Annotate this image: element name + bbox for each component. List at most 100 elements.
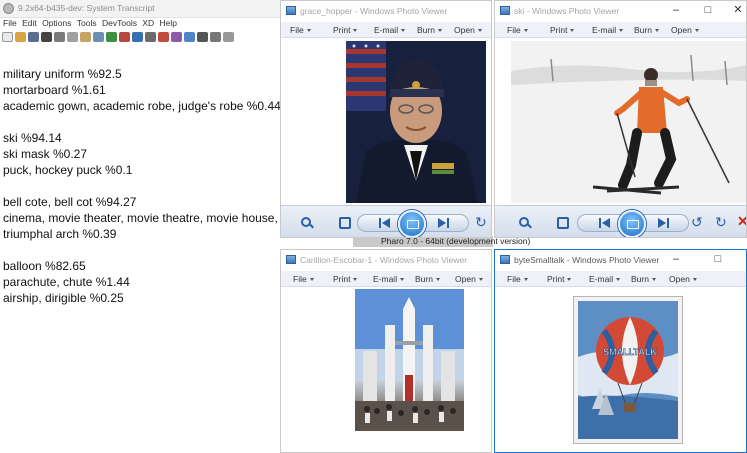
hierarchy-icon[interactable] — [171, 32, 182, 42]
viewer-menubar: File Print E-mail Burn Open — [281, 271, 491, 287]
previous-icon[interactable] — [379, 217, 393, 229]
transcript-titlebar[interactable]: 9.2x64-b435-dev: System Transcript — [0, 0, 280, 18]
menu-devtools[interactable]: DevTools — [102, 18, 137, 28]
menu-print[interactable]: Print — [333, 25, 357, 35]
viewer-titlebar[interactable]: grace_hopper - Windows Photo Viewer — [281, 1, 491, 21]
photo-viewer-carillon: Carillion-Escobar-1 - Windows Photo View… — [280, 249, 492, 453]
viewer-toolbar: ↺ ↻ ✕ — [495, 205, 746, 237]
desktop: 9.2x64-b435-dev: System Transcript File … — [0, 0, 747, 453]
next-icon[interactable] — [435, 217, 449, 229]
viewer-canvas — [495, 38, 746, 203]
copy-icon[interactable] — [67, 32, 78, 42]
photo-viewer-icon — [286, 255, 296, 264]
paste-icon[interactable] — [80, 32, 91, 42]
minimize-button[interactable]: – — [665, 252, 687, 266]
menu-email[interactable]: E-mail — [373, 274, 404, 284]
magnifier-icon[interactable] — [519, 217, 539, 231]
menu-xd[interactable]: XD — [142, 18, 154, 28]
slideshow-icon[interactable] — [618, 210, 646, 237]
inspect-icon[interactable] — [132, 32, 143, 42]
menu-edit[interactable]: Edit — [22, 18, 37, 28]
menu-print[interactable]: Print — [550, 25, 574, 35]
link-icon[interactable] — [197, 32, 208, 42]
cut-icon[interactable] — [54, 32, 65, 42]
menu-file[interactable]: File — [290, 25, 311, 35]
menu-open[interactable]: Open — [455, 274, 483, 284]
viewer-titlebar[interactable]: byteSmalltalk - Windows Photo Viewer – □ — [495, 250, 746, 270]
viewer-titlebar[interactable]: ski - Windows Photo Viewer – □ ✕ — [495, 1, 746, 21]
menu-email[interactable]: E-mail — [589, 274, 620, 284]
refresh-icon[interactable] — [210, 32, 221, 42]
menu-file[interactable]: File — [507, 25, 528, 35]
maximize-button[interactable]: □ — [707, 252, 729, 266]
result-line: balloon %82.65 — [3, 259, 86, 273]
result-line: military uniform %92.5 — [3, 67, 122, 81]
photo-viewer-ski: ski - Windows Photo Viewer – □ ✕ File Pr… — [494, 0, 747, 238]
settings-icon[interactable] — [145, 32, 156, 42]
rotate-clockwise-icon[interactable]: ↻ — [475, 215, 487, 229]
transcript-menubar: File Edit Options Tools DevTools XD Help — [0, 18, 280, 31]
next-icon[interactable] — [655, 217, 669, 229]
actual-size-icon[interactable] — [557, 217, 569, 229]
menu-tools[interactable]: Tools — [77, 18, 97, 28]
actual-size-icon[interactable] — [339, 217, 351, 229]
ski-photo — [511, 41, 746, 203]
viewer-title: byteSmalltalk - Windows Photo Viewer — [514, 255, 660, 265]
menu-email[interactable]: E-mail — [592, 25, 623, 35]
result-line: ski mask %0.27 — [3, 147, 88, 161]
transcript-output[interactable]: military uniform %92.5 mortarboard %1.61… — [3, 66, 280, 446]
carillon-illustration — [355, 289, 464, 431]
menu-print[interactable]: Print — [333, 274, 357, 284]
package-icon[interactable] — [158, 32, 169, 42]
debug-icon[interactable] — [119, 32, 130, 42]
photo-viewer-byte-smalltalk: byteSmalltalk - Windows Photo Viewer – □… — [494, 249, 747, 453]
version-icon[interactable] — [184, 32, 195, 42]
save-icon[interactable] — [28, 32, 39, 42]
transcript-window: 9.2x64-b435-dev: System Transcript File … — [0, 0, 280, 453]
photo-viewer-icon — [286, 6, 296, 15]
menu-help[interactable]: Help — [160, 18, 177, 28]
minimize-button[interactable]: – — [665, 3, 687, 17]
menu-open[interactable]: Open — [669, 274, 697, 284]
find-icon[interactable] — [93, 32, 104, 42]
magnifier-icon[interactable] — [301, 217, 321, 231]
menu-open[interactable]: Open — [454, 25, 482, 35]
more-icon[interactable] — [223, 32, 234, 42]
menu-options[interactable]: Options — [42, 18, 71, 28]
menu-burn[interactable]: Burn — [634, 25, 659, 35]
menu-print[interactable]: Print — [547, 274, 571, 284]
menu-email[interactable]: E-mail — [374, 25, 405, 35]
run-icon[interactable] — [106, 32, 117, 42]
result-line: triumphal arch %0.39 — [3, 227, 117, 241]
result-line: puck, hockey puck %0.1 — [3, 163, 133, 177]
maximize-button[interactable]: □ — [697, 3, 719, 17]
balloon-word: SMALLTALK — [603, 347, 657, 357]
result-line: mortarboard %1.61 — [3, 83, 106, 97]
delete-icon[interactable]: ✕ — [737, 214, 746, 228]
rotate-clockwise-icon[interactable]: ↻ — [715, 215, 727, 229]
menu-file[interactable]: File — [293, 274, 314, 284]
viewer-titlebar[interactable]: Carillion-Escobar-1 - Windows Photo View… — [281, 250, 491, 270]
new-icon[interactable] — [2, 32, 13, 42]
menu-burn[interactable]: Burn — [417, 25, 442, 35]
browse-icon[interactable] — [41, 32, 52, 42]
menu-burn[interactable]: Burn — [415, 274, 440, 284]
viewer-title: Carillion-Escobar-1 - Windows Photo View… — [300, 255, 468, 265]
slideshow-icon[interactable] — [398, 210, 426, 237]
previous-icon[interactable] — [599, 217, 613, 229]
menu-burn[interactable]: Burn — [631, 274, 656, 284]
viewer-canvas — [281, 38, 491, 203]
skier-illustration — [511, 41, 746, 203]
grace-hopper-photo — [346, 41, 486, 203]
result-line: bell cote, bell cot %94.27 — [3, 195, 137, 209]
menu-file[interactable]: File — [507, 274, 528, 284]
result-line: airship, dirigible %0.25 — [3, 291, 124, 305]
open-icon[interactable] — [15, 32, 26, 42]
menu-open[interactable]: Open — [671, 25, 699, 35]
menu-file[interactable]: File — [3, 18, 17, 28]
result-line: parachute, chute %1.44 — [3, 275, 130, 289]
rotate-counterclockwise-icon[interactable]: ↺ — [691, 215, 703, 229]
viewer-title: grace_hopper - Windows Photo Viewer — [300, 6, 448, 16]
close-button[interactable]: ✕ — [727, 3, 746, 17]
viewer-canvas — [281, 287, 491, 452]
